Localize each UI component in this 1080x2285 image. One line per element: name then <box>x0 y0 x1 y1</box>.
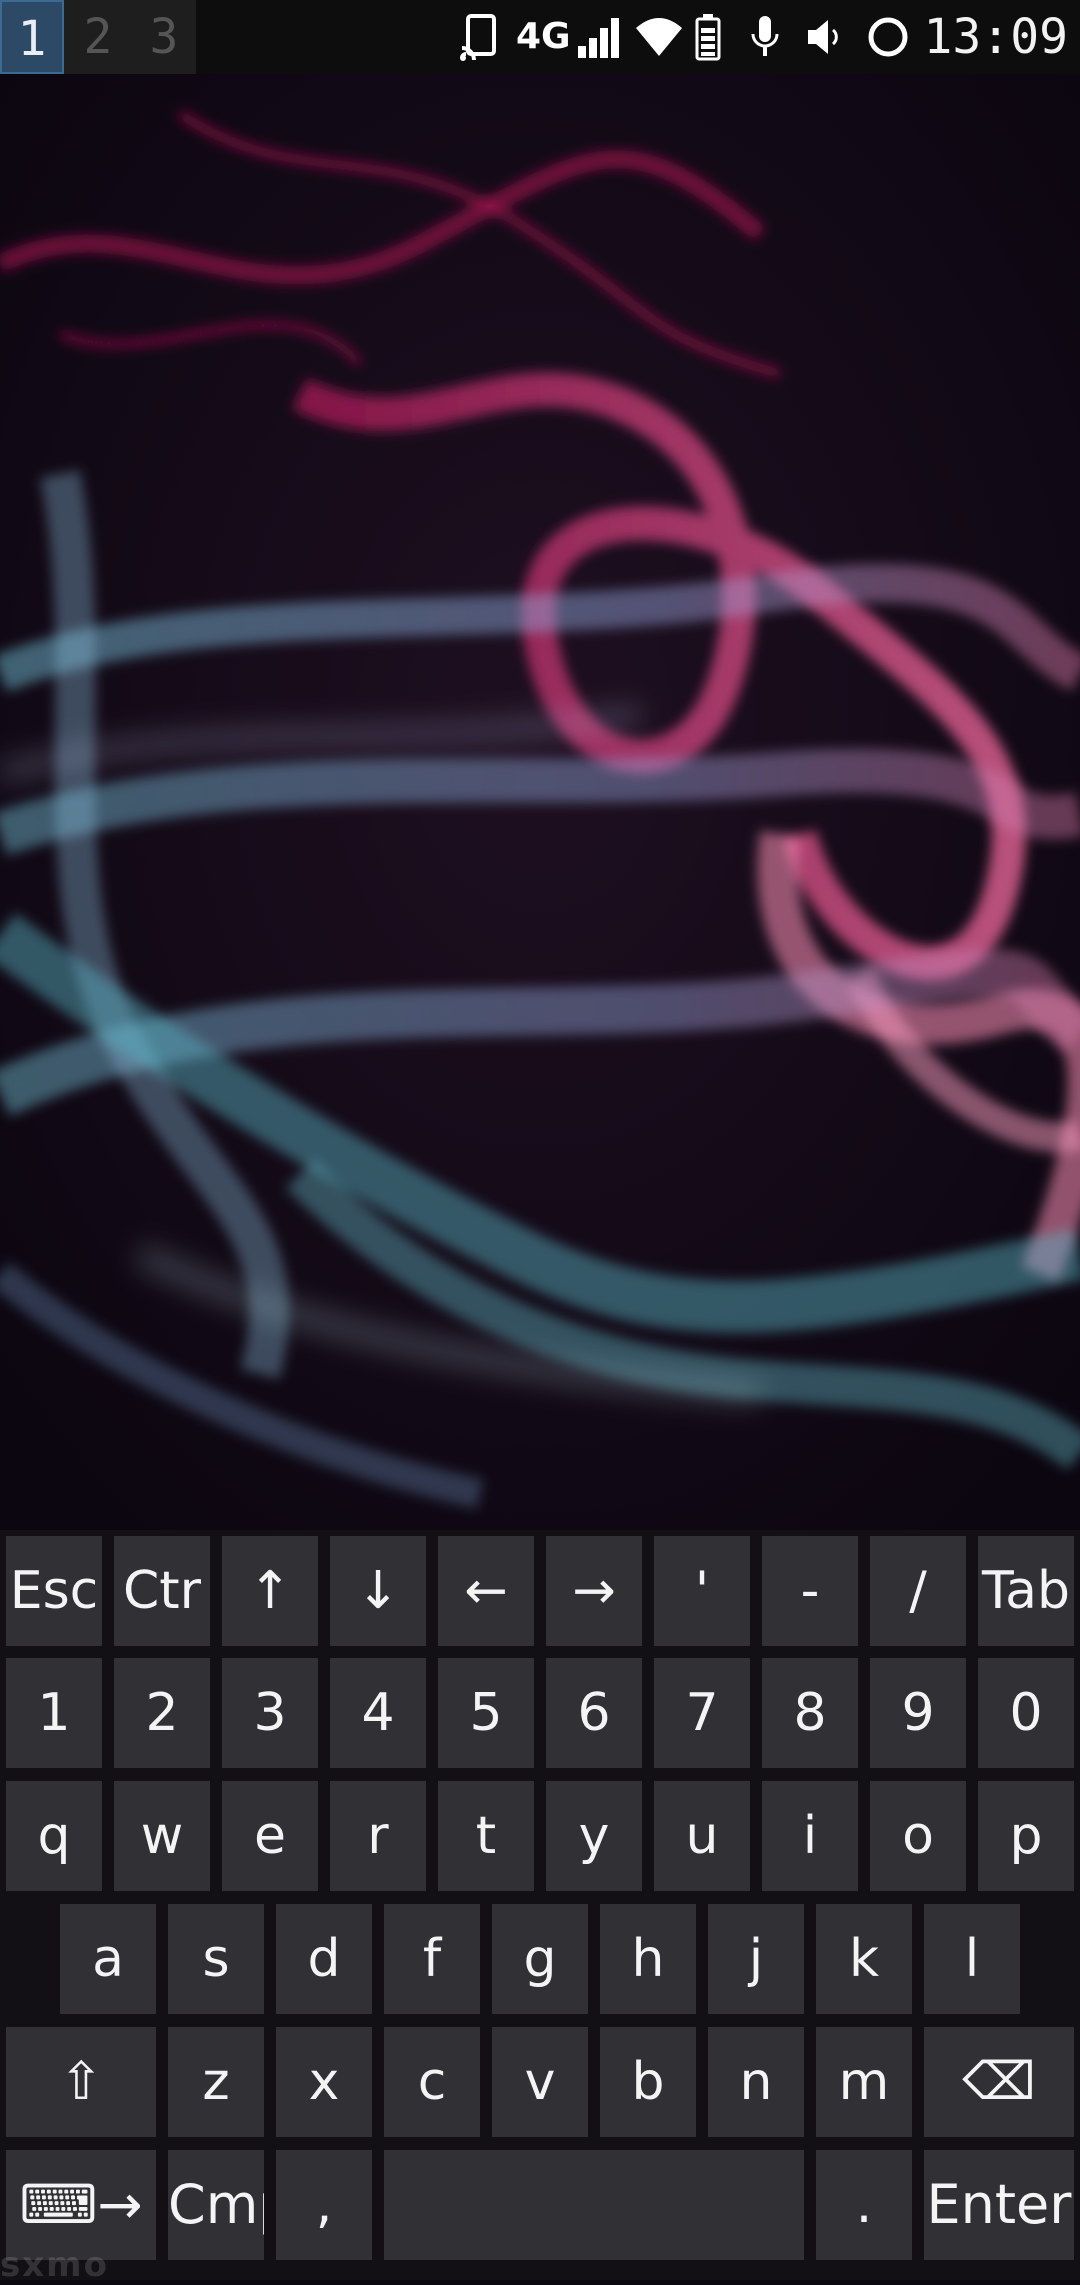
key-apostrophe[interactable]: ' <box>654 1536 750 1646</box>
4g-icon: 4G <box>516 16 571 57</box>
circle-status-icon <box>868 17 908 57</box>
key-tab[interactable]: Tab <box>978 1536 1074 1646</box>
key-1[interactable]: 1 <box>6 1658 102 1768</box>
key-backspace[interactable]: ⌫ <box>924 2027 1074 2137</box>
workspace-3[interactable]: 3 <box>132 0 196 74</box>
key-j[interactable]: j <box>708 1904 804 2014</box>
key-arrow-up[interactable]: ↑ <box>222 1536 318 1646</box>
key-comma[interactable]: , <box>276 2150 372 2260</box>
key-i[interactable]: i <box>762 1781 858 1891</box>
key-a[interactable]: a <box>60 1904 156 2014</box>
workspace-2[interactable]: 2 <box>66 0 130 74</box>
key-y[interactable]: y <box>546 1781 642 1891</box>
key-t[interactable]: t <box>438 1781 534 1891</box>
key-arrow-down[interactable]: ↓ <box>330 1536 426 1646</box>
key-7[interactable]: 7 <box>654 1658 750 1768</box>
key-m[interactable]: m <box>816 2027 912 2137</box>
key-esc[interactable]: Esc <box>6 1536 102 1646</box>
key-k[interactable]: k <box>816 1904 912 2014</box>
key-f[interactable]: f <box>384 1904 480 2014</box>
key-h[interactable]: h <box>600 1904 696 2014</box>
volume-icon <box>808 20 838 54</box>
key-p[interactable]: p <box>978 1781 1074 1891</box>
key-keyboard-switch[interactable]: ⌨→ <box>6 2150 156 2260</box>
status-bar: 1 2 3 4G 13:09 <box>0 0 1080 74</box>
signal-icon <box>578 18 619 58</box>
key-9[interactable]: 9 <box>870 1658 966 1768</box>
key-2[interactable]: 2 <box>114 1658 210 1768</box>
key-0[interactable]: 0 <box>978 1658 1074 1768</box>
key-5[interactable]: 5 <box>438 1658 534 1768</box>
key-v[interactable]: v <box>492 2027 588 2137</box>
key-arrow-left[interactable]: ← <box>438 1536 534 1646</box>
key-period[interactable]: . <box>816 2150 912 2260</box>
battery-icon <box>695 14 721 61</box>
key-l[interactable]: l <box>924 1904 1020 2014</box>
key-3[interactable]: 3 <box>222 1658 318 1768</box>
key-s[interactable]: s <box>168 1904 264 2014</box>
key-space[interactable] <box>384 2150 804 2260</box>
key-x[interactable]: x <box>276 2027 372 2137</box>
key-minus[interactable]: - <box>762 1536 858 1646</box>
wallpaper-smoke-image <box>0 74 1080 1530</box>
key-z[interactable]: z <box>168 2027 264 2137</box>
key-compose[interactable]: Cmp <box>168 2150 264 2260</box>
key-arrow-right[interactable]: → <box>546 1536 642 1646</box>
key-o[interactable]: o <box>870 1781 966 1891</box>
key-u[interactable]: u <box>654 1781 750 1891</box>
cast-icon <box>460 14 496 61</box>
clock: 13:09 <box>923 9 1069 65</box>
virtual-keyboard: Esc Ctr ↑ ↓ ← → ' - / Tab 1 2 3 4 5 6 7 … <box>0 1530 1080 2280</box>
key-g[interactable]: g <box>492 1904 588 2014</box>
key-w[interactable]: w <box>114 1781 210 1891</box>
key-4[interactable]: 4 <box>330 1658 426 1768</box>
key-6[interactable]: 6 <box>546 1658 642 1768</box>
key-enter[interactable]: Enter <box>924 2150 1074 2260</box>
key-q[interactable]: q <box>6 1781 102 1891</box>
key-ctrl[interactable]: Ctr <box>114 1536 210 1646</box>
key-c[interactable]: c <box>384 2027 480 2137</box>
key-d[interactable]: d <box>276 1904 372 2014</box>
key-e[interactable]: e <box>222 1781 318 1891</box>
key-n[interactable]: n <box>708 2027 804 2137</box>
workspace-1[interactable]: 1 <box>0 0 64 74</box>
key-slash[interactable]: / <box>870 1536 966 1646</box>
microphone-icon <box>751 16 779 56</box>
watermark-logo: sxmo <box>0 2245 109 2285</box>
key-shift[interactable]: ⇧ <box>6 2027 156 2137</box>
key-b[interactable]: b <box>600 2027 696 2137</box>
key-r[interactable]: r <box>330 1781 426 1891</box>
key-8[interactable]: 8 <box>762 1658 858 1768</box>
wifi-icon <box>636 18 682 56</box>
